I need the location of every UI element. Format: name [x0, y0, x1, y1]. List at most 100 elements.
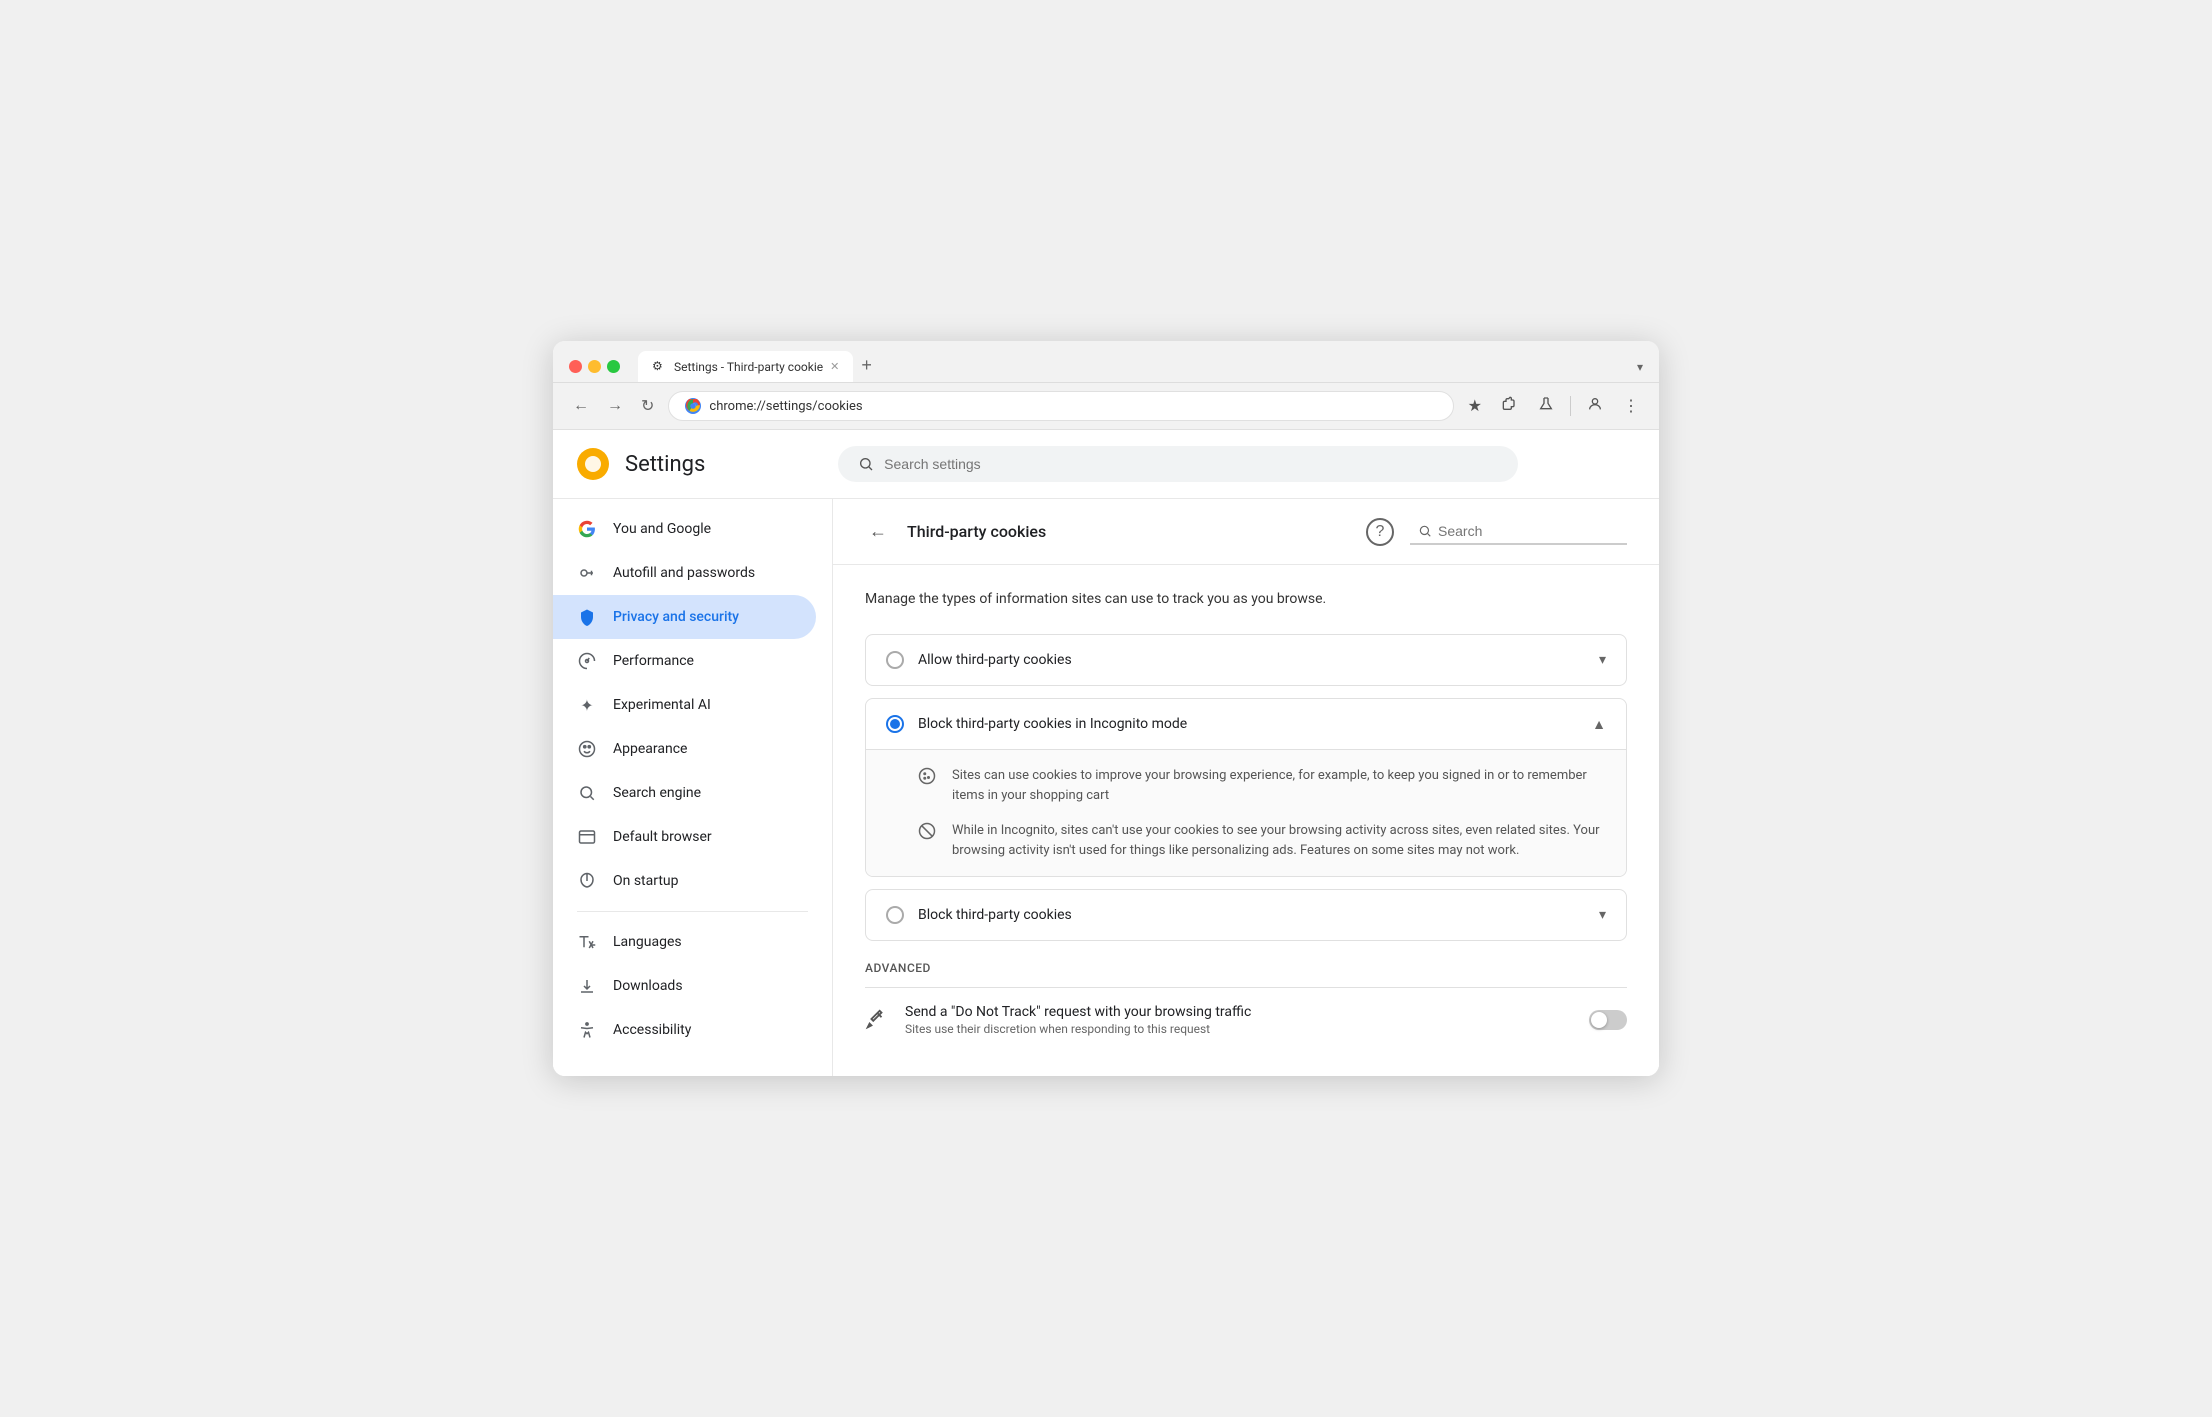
- toolbar-divider: [1570, 396, 1571, 416]
- radio-incognito[interactable]: [886, 715, 904, 733]
- chrome-icon: [685, 398, 701, 414]
- sidebar-item-performance[interactable]: Performance: [553, 639, 816, 683]
- settings-title: Settings: [625, 452, 705, 477]
- sidebar-label-experimental-ai: Experimental AI: [613, 697, 711, 713]
- back-button[interactable]: ←: [569, 393, 593, 419]
- sidebar-label-autofill: Autofill and passwords: [613, 565, 755, 581]
- sidebar-item-languages[interactable]: Languages: [553, 920, 816, 964]
- settings-logo: [577, 448, 609, 480]
- expanded-text-incognito: While in Incognito, sites can't use your…: [952, 821, 1606, 860]
- profile-icon: [1587, 396, 1603, 412]
- sidebar-item-on-startup[interactable]: On startup: [553, 859, 816, 903]
- url-text: chrome://settings/cookies: [709, 399, 1436, 414]
- search-engine-icon: [577, 783, 597, 803]
- option-block-header[interactable]: Block third-party cookies ▾: [866, 890, 1626, 940]
- chevron-block: ▾: [1599, 907, 1606, 923]
- advanced-dnt-title: Send a "Do Not Track" request with your …: [905, 1004, 1573, 1020]
- option-block-label: Block third-party cookies: [918, 907, 1585, 923]
- languages-icon-svg: [578, 933, 596, 951]
- option-incognito-label: Block third-party cookies in Incognito m…: [918, 716, 1578, 732]
- menu-button[interactable]: ⋮: [1619, 392, 1643, 420]
- dnt-toggle[interactable]: [1589, 1010, 1627, 1030]
- appearance-icon: [577, 739, 597, 759]
- tab-close-button[interactable]: ✕: [830, 360, 839, 373]
- settings-search-input[interactable]: [884, 456, 1498, 472]
- option-allow-header[interactable]: Allow third-party cookies ▾: [866, 635, 1626, 685]
- sidebar-label-languages: Languages: [613, 934, 682, 950]
- sidebar-item-search-engine[interactable]: Search engine: [553, 771, 816, 815]
- maximize-traffic-light[interactable]: [607, 360, 620, 373]
- bookmark-button[interactable]: ★: [1464, 392, 1486, 420]
- settings-header: Settings: [553, 430, 1659, 499]
- sidebar-item-experimental-ai[interactable]: ✦ Experimental AI: [553, 683, 816, 727]
- content-search-input[interactable]: [1438, 523, 1619, 539]
- dnt-icon-svg: [865, 1008, 887, 1030]
- sidebar-item-autofill[interactable]: Autofill and passwords: [553, 551, 816, 595]
- advanced-dnt-subtitle: Sites use their discretion when respondi…: [905, 1022, 1573, 1036]
- option-block-card: Block third-party cookies ▾: [865, 889, 1627, 941]
- google-icon: [577, 519, 597, 539]
- sidebar-item-accessibility[interactable]: Accessibility: [553, 1008, 816, 1052]
- settings-search-bar[interactable]: [838, 446, 1518, 482]
- content-search-bar[interactable]: [1410, 519, 1627, 545]
- help-button[interactable]: ?: [1366, 518, 1394, 546]
- content-search-icon: [1418, 524, 1432, 538]
- accessibility-icon: [577, 1020, 597, 1040]
- search-icon-svg: [578, 784, 596, 802]
- main-content: ← Third-party cookies ? Manage the types…: [833, 499, 1659, 1076]
- minimize-traffic-light[interactable]: [588, 360, 601, 373]
- extensions-button[interactable]: [1498, 392, 1522, 421]
- autofill-icon-svg: [578, 564, 596, 582]
- sidebar-label-you-and-google: You and Google: [613, 521, 711, 537]
- active-tab[interactable]: ⚙ Settings - Third-party cookie ✕: [638, 351, 853, 382]
- sidebar-label-downloads: Downloads: [613, 978, 683, 994]
- star-diamond-icon: ✦: [577, 695, 597, 715]
- option-allow-card: Allow third-party cookies ▾: [865, 634, 1627, 686]
- sidebar-label-on-startup: On startup: [613, 873, 679, 889]
- key-icon: [577, 563, 597, 583]
- chrome-logo-svg: [686, 399, 700, 413]
- cookie-icon: [918, 767, 938, 787]
- tab-dropdown-button[interactable]: ▾: [1637, 360, 1643, 374]
- radio-allow[interactable]: [886, 651, 904, 669]
- content-title: Third-party cookies: [907, 522, 1350, 541]
- block-icon: [918, 822, 938, 842]
- refresh-button[interactable]: ↻: [637, 392, 658, 420]
- browser-icon-svg: [578, 828, 596, 846]
- download-icon-svg: [578, 977, 596, 995]
- sidebar-item-appearance[interactable]: Appearance: [553, 727, 816, 771]
- sidebar-label-appearance: Appearance: [613, 741, 687, 757]
- sidebar-item-you-and-google[interactable]: You and Google: [553, 507, 816, 551]
- settings-layout: You and Google Autofill and passwords Pr…: [553, 499, 1659, 1076]
- extensions-icon: [1502, 396, 1518, 412]
- startup-icon: [577, 871, 597, 891]
- new-tab-button[interactable]: +: [853, 351, 880, 380]
- content-back-button[interactable]: ←: [865, 517, 891, 546]
- languages-icon: [577, 932, 597, 952]
- dnt-icon: [865, 1008, 889, 1032]
- shield-icon: [577, 607, 597, 627]
- download-icon: [577, 976, 597, 996]
- cookie-icon-svg: [918, 767, 936, 785]
- tab-bar: ⚙ Settings - Third-party cookie ✕ +: [638, 351, 880, 382]
- chevron-allow: ▾: [1599, 652, 1606, 668]
- sidebar-item-downloads[interactable]: Downloads: [553, 964, 816, 1008]
- title-bar: ⚙ Settings - Third-party cookie ✕ + ▾: [553, 341, 1659, 383]
- sidebar-item-default-browser[interactable]: Default browser: [553, 815, 816, 859]
- radio-incognito-inner: [890, 719, 900, 729]
- sidebar-item-privacy[interactable]: Privacy and security: [553, 595, 816, 639]
- google-logo-svg: [578, 520, 596, 538]
- chevron-incognito: ▲: [1592, 716, 1606, 733]
- lab-button[interactable]: [1534, 392, 1558, 421]
- sidebar: You and Google Autofill and passwords Pr…: [553, 499, 833, 1076]
- option-incognito-header[interactable]: Block third-party cookies in Incognito m…: [866, 699, 1626, 749]
- url-bar[interactable]: chrome://settings/cookies: [668, 391, 1453, 421]
- forward-button[interactable]: →: [603, 393, 627, 419]
- profile-button[interactable]: [1583, 392, 1607, 421]
- accessibility-icon-svg: [578, 1021, 596, 1039]
- radio-block[interactable]: [886, 906, 904, 924]
- performance-icon-svg: [578, 652, 596, 670]
- startup-icon-svg: [578, 872, 596, 890]
- close-traffic-light[interactable]: [569, 360, 582, 373]
- gauge-icon: [577, 651, 597, 671]
